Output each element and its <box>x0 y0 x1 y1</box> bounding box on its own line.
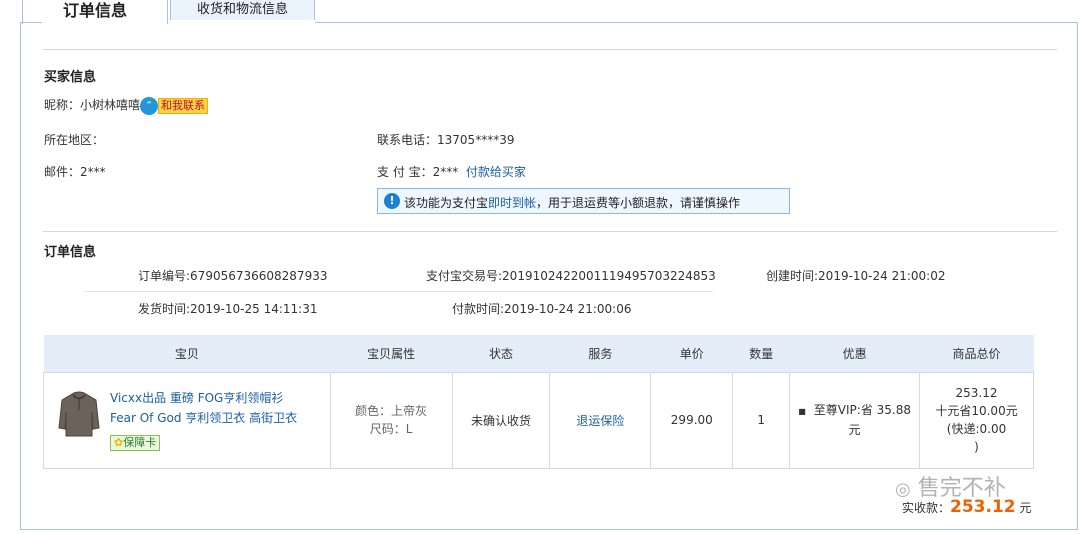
paid-label: 付款时间: <box>452 302 505 316</box>
total-line4: ) <box>974 440 979 454</box>
nickname: 小树林嘻嘻 <box>80 98 141 112</box>
col-header-service: 服务 <box>549 335 651 373</box>
notice-prefix: 该功能为支付宝 <box>404 196 489 210</box>
amount-received: 实收款：253.12 元 <box>902 497 1031 517</box>
divider <box>85 291 713 292</box>
total-cell: 253.12 十元省10.00元 (快递:0.00 ) <box>919 371 1034 469</box>
discount-text: 至尊VIP:省 35.88 <box>813 403 911 417</box>
divider <box>43 49 1057 50</box>
col-header-status: 状态 <box>452 335 550 373</box>
phone-label: 联系电话： <box>377 133 438 147</box>
email-value: 2*** <box>80 165 106 179</box>
contact-me-button[interactable]: 和我联系 <box>158 97 209 114</box>
shipped-value: 2019-10-25 14:11:31 <box>190 302 318 316</box>
col-header-quantity: 数量 <box>732 335 790 373</box>
amount-label: 实收款： <box>902 501 951 515</box>
flower-icon: ✿ <box>114 436 124 449</box>
alipay-trade-value: 2019102422001119495703224853 <box>502 269 716 283</box>
alipay-value: 2*** <box>432 165 459 179</box>
guarantee-badge[interactable]: ✿保障卡 <box>110 435 161 451</box>
phone-row: 联系电话：13705****39 <box>377 131 514 148</box>
table-row: Vicxx出品 重磅 FOG亨利领帽衫 Fear Of God 亨利领卫衣 高街… <box>43 371 1034 469</box>
created-label: 创建时间: <box>766 269 819 283</box>
alipay-label: 支 付 宝： <box>377 165 433 179</box>
nickname-label: 昵称： <box>44 98 81 112</box>
col-header-discount: 优惠 <box>789 335 920 373</box>
col-header-total: 商品总价 <box>919 335 1034 373</box>
discount-line1: ■ 至尊VIP:省 35.88 <box>790 401 919 421</box>
shipped-time: 发货时间:2019-10-25 14:11:31 <box>138 300 318 317</box>
attr-size: 尺码：L <box>369 422 413 436</box>
order-number: 订单编号:679056736608287933 <box>138 267 327 284</box>
email-label: 邮件： <box>44 165 81 179</box>
col-header-item: 宝贝 <box>43 335 331 373</box>
item-title-line1[interactable]: Vicxx出品 重磅 FOG亨利领帽衫 <box>110 388 330 408</box>
alipay-trade-number: 支付宝交易号:2019102422001119495703224853 <box>426 267 716 284</box>
info-icon: ! <box>384 193 400 209</box>
order-no-value: 679056736608287933 <box>190 269 328 283</box>
service-link[interactable]: 退运保险 <box>576 414 624 428</box>
total-line2: 十元省10.00元 <box>935 404 1018 418</box>
order-no-label: 订单编号: <box>138 269 191 283</box>
created-value: 2019-10-24 21:00:02 <box>818 269 946 283</box>
refund-notice: ! 该功能为支付宝即时到帐，用于退运费等小额退款，请谨慎操作 <box>377 188 790 214</box>
quantity-cell: 1 <box>732 371 791 469</box>
notice-suffix: ，用于退运费等小额退款，请谨慎操作 <box>536 196 741 210</box>
tab-logistics[interactable]: 收货和物流信息 <box>170 0 315 20</box>
discount-line2: 元 <box>848 423 861 437</box>
alipay-trade-label: 支付宝交易号: <box>426 269 503 283</box>
service-cell: 退运保险 <box>549 371 652 469</box>
paid-time: 付款时间:2019-10-24 21:00:06 <box>452 300 632 317</box>
guarantee-label: 保障卡 <box>123 436 157 449</box>
order-section-title: 订单信息 <box>44 245 97 260</box>
status-cell: 未确认收货 <box>451 371 551 469</box>
col-header-attributes: 宝贝属性 <box>330 335 453 373</box>
attributes-cell: 颜色：上帝灰 尺码：L <box>329 371 453 469</box>
order-items-table: 宝贝 宝贝属性 状态 服务 单价 数量 优惠 商品总价 Vicxx出品 重磅 F… <box>43 335 1034 469</box>
notice-text: 该功能为支付宝即时到帐，用于退运费等小额退款，请谨慎操作 <box>404 194 740 211</box>
alipay-row: 支 付 宝：2*** 付款给买家 <box>377 163 526 180</box>
item-title-line2[interactable]: Fear Of God 亨利领卫衣 高街卫衣 <box>110 408 330 428</box>
region-label: 所在地区： <box>44 133 105 147</box>
amount-unit: 元 <box>1019 501 1032 515</box>
tab-order-info[interactable]: 订单信息 <box>22 0 168 24</box>
attr-color: 颜色：上帝灰 <box>355 404 428 418</box>
created-time: 创建时间:2019-10-24 21:00:02 <box>766 267 946 284</box>
bullet-icon: ■ <box>798 407 806 416</box>
buyer-section-title: 买家信息 <box>44 70 97 85</box>
shipped-label: 发货时间: <box>138 302 191 316</box>
discount-cell: ■ 至尊VIP:省 35.88 元 <box>789 371 921 469</box>
pay-to-buyer-link[interactable]: 付款给买家 <box>466 165 526 179</box>
instant-transfer-link[interactable]: 即时到帐 <box>488 196 536 210</box>
divider <box>43 231 1057 232</box>
total-line3: (快递:0.00 <box>946 422 1007 436</box>
region-row: 所在地区： <box>44 131 104 148</box>
chat-icon[interactable]: “ <box>140 96 159 115</box>
table-header-row: 宝贝 宝贝属性 状态 服务 单价 数量 优惠 商品总价 <box>43 335 1034 373</box>
nickname-row: 昵称：小树林嘻嘻 “和我联系 <box>44 96 209 115</box>
phone-value: 13705****39 <box>437 133 515 147</box>
total-line1: 253.12 <box>955 386 998 400</box>
unit-price-cell: 299.00 <box>650 371 734 469</box>
amount-value: 253.12 <box>950 497 1016 517</box>
paid-value: 2019-10-24 21:00:06 <box>504 302 632 316</box>
col-header-unit-price: 单价 <box>650 335 733 373</box>
product-thumbnail[interactable] <box>58 390 100 440</box>
email-row: 邮件：2*** <box>44 163 106 180</box>
